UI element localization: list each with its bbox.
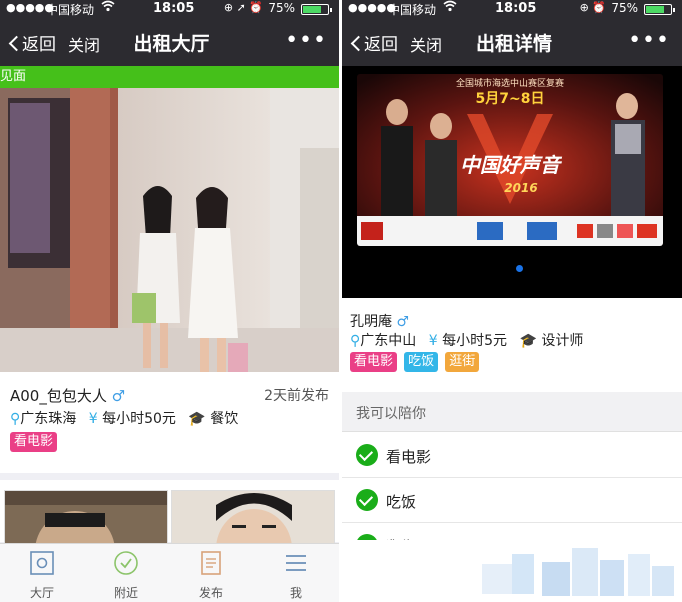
listing-photo[interactable] — [0, 88, 339, 372]
more-menu-button[interactable]: ••• — [628, 28, 670, 53]
graduation-cap-icon: 🎓 — [519, 333, 537, 349]
hall-screen: ●●●●● 中国移动 18:05 ⊕ ➚ ⏰ 75% 返回 关闭 出租大厅 ••… — [0, 0, 339, 602]
profile-icon — [286, 555, 306, 571]
battery-icon — [644, 4, 675, 15]
banner-logo: 中国好声音 — [460, 153, 563, 177]
yen-icon: ¥ — [88, 411, 98, 427]
wifi-icon — [443, 0, 457, 15]
tag-movie: 看电影 — [350, 352, 398, 372]
publish-icon — [201, 551, 221, 575]
profile-tags: 看电影 吃饭 逛街 — [350, 350, 481, 372]
listing-thumb[interactable] — [171, 490, 335, 546]
battery-percent: 75% — [611, 1, 638, 15]
option-label: 吃饭 — [386, 493, 417, 511]
tab-label: 发布 — [198, 586, 223, 600]
banner-year: 2016 — [504, 181, 537, 195]
listing-thumb[interactable] — [4, 490, 168, 546]
more-menu-button[interactable]: ••• — [285, 28, 327, 53]
banner-date: 5月7~8日 — [475, 91, 545, 107]
meet-banner: 见面 — [0, 66, 339, 88]
posted-time: 2天前发布 — [264, 388, 329, 404]
location-pin-icon: ⚲ — [10, 411, 21, 427]
profile-job: 设计师 — [541, 333, 584, 349]
profile-rate: 每小时5元 — [442, 333, 508, 349]
tab-label: 我 — [289, 586, 302, 600]
option-dinner[interactable]: 吃饭 — [342, 478, 682, 523]
tab-publish[interactable]: 发布 — [169, 544, 253, 602]
carrier-label: 中国移动 — [46, 3, 95, 17]
tag-movie: 看电影 — [10, 432, 58, 452]
status-bar: ●●●●● 中国移动 18:05 ⊕ ➚ ⏰ 75% — [0, 0, 339, 18]
profile-card: 孔明庵 ♂ ⚲广东中山 ¥ 每小时5元 🎓 设计师 看电影 吃饭 逛街 — [342, 298, 682, 388]
section-title: 我可以陪你 — [342, 392, 682, 432]
listing-rate: 每小时50元 — [102, 411, 176, 427]
nearby-icon — [114, 551, 138, 575]
listing-card[interactable]: A00_包包大人 ♂ 2天前发布 ⚲广东珠海 ¥ 每小时50元 🎓 餐饮 看电影 — [0, 372, 339, 473]
tab-hall[interactable]: 大厅 — [0, 544, 84, 602]
listing-name-text: A00_包包大人 — [10, 387, 107, 405]
bottom-tab-bar: 大厅 附近 发布 我 — [0, 543, 339, 602]
tab-label: 附近 — [113, 586, 138, 600]
option-movie[interactable]: 看电影 — [342, 433, 682, 478]
carrier-label: 中国移动 — [388, 3, 437, 17]
clock: 18:05 — [153, 1, 195, 16]
graduation-cap-icon: 🎓 — [188, 411, 206, 427]
listing-name: A00_包包大人 ♂ — [10, 385, 125, 406]
listing-location: 广东珠海 — [20, 411, 77, 427]
tab-me[interactable]: 我 — [254, 544, 338, 602]
tab-nearby[interactable]: 附近 — [84, 544, 168, 602]
hall-icon — [30, 551, 54, 575]
detail-screen: ●●●●● 中国移动 18:05 ⊕ ⏰ 75% 返回 关闭 出租详情 ••• — [342, 0, 682, 602]
tag-shopping: 逛街 — [445, 352, 480, 372]
listing-job: 餐饮 — [210, 411, 239, 427]
tag-dinner: 吃饭 — [404, 352, 439, 372]
yen-icon: ¥ — [428, 333, 438, 349]
check-icon — [356, 444, 378, 466]
status-bar: ●●●●● 中国移动 18:05 ⊕ ⏰ 75% — [342, 0, 682, 18]
listing-info-row: ⚲广东珠海 ¥ 每小时50元 🎓 餐饮 — [10, 408, 238, 428]
battery-percent: 75% — [268, 1, 295, 15]
nav-bar: 返回 关闭 出租详情 ••• — [342, 18, 682, 66]
check-icon — [356, 489, 378, 511]
listing-tags: 看电影 — [10, 430, 58, 452]
wifi-icon — [101, 0, 115, 15]
watermark — [472, 534, 682, 602]
profile-location: 广东中山 — [360, 333, 417, 349]
profile-name-text: 孔明庵 — [350, 314, 392, 330]
male-icon: ♂ — [111, 387, 126, 405]
clock: 18:05 — [495, 1, 537, 16]
profile-info-row: ⚲广东中山 ¥ 每小时5元 🎓 设计师 — [350, 330, 583, 350]
listing-grid — [0, 480, 339, 546]
lock-rotation-icon: ⊕ ⏰ — [579, 1, 606, 14]
carousel-indicator[interactable] — [516, 265, 523, 272]
battery-icon — [301, 4, 332, 15]
profile-name: 孔明庵 ♂ — [350, 311, 409, 331]
tab-label: 大厅 — [29, 586, 54, 600]
location-pin-icon: ⚲ — [350, 333, 361, 349]
option-label: 看电影 — [386, 448, 432, 466]
lock-rotation-icon: ⊕ ➚ ⏰ — [223, 1, 263, 14]
nav-bar: 返回 关闭 出租大厅 ••• — [0, 18, 339, 66]
male-icon: ♂ — [396, 314, 410, 330]
